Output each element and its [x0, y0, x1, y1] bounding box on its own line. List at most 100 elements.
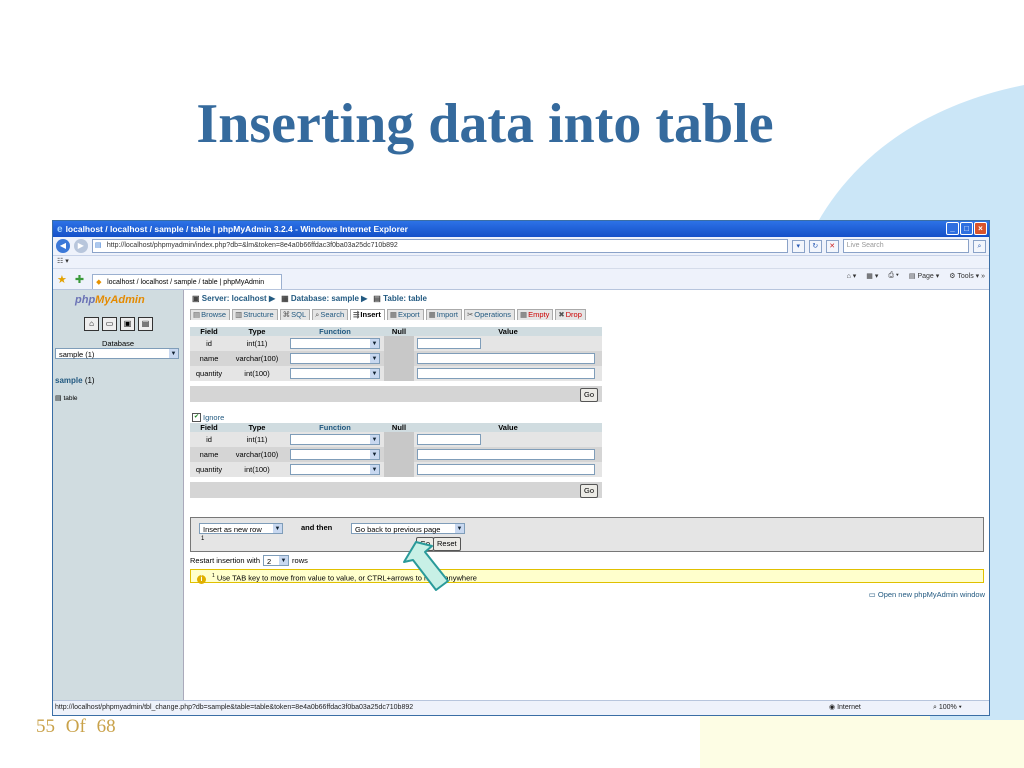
tab-browse[interactable]: ▤Browse — [190, 309, 231, 320]
feeds-icon[interactable]: ▦ ▾ — [866, 272, 878, 280]
home-icon[interactable]: ⌂ ▾ — [847, 272, 857, 280]
tools-menu[interactable]: ⚙ Tools ▾ » — [949, 272, 985, 280]
value-input[interactable] — [417, 449, 595, 460]
breadcrumb-server-label: Server: localhost — [201, 294, 267, 303]
tab-sql[interactable]: ⌘SQL — [279, 309, 311, 320]
sidebar-table-link[interactable]: ▤ table — [55, 394, 78, 402]
tab-bar: ★ ✚ ◆ localhost / localhost / sample / t… — [53, 269, 989, 301]
table-row: name varchar(100) ▼ — [190, 447, 602, 462]
refresh-icon[interactable]: ↻ — [808, 239, 822, 253]
favorites-star-icon[interactable]: ★ — [57, 271, 67, 289]
command-bar: ⌂ ▾ ▦ ▾ ⎙ ▾ ▤ Page ▾ ⚙ Tools ▾ » — [847, 272, 985, 280]
chevron-down-icon: ▼ — [169, 349, 178, 358]
home-icon[interactable]: ⌂ — [84, 317, 99, 331]
function-select[interactable]: ▼ — [290, 464, 380, 475]
tab-browse-label: Browse — [201, 310, 227, 319]
address-input[interactable]: ▤ http://localhost/phpmyadmin/index.php?… — [91, 239, 788, 253]
insert-mode-select[interactable]: Insert as new row ▼ — [199, 523, 283, 534]
after-insert-select[interactable]: Go back to previous page ▼ — [351, 523, 465, 534]
database-count: (1) — [84, 376, 95, 385]
tools-menu-label: Tools — [957, 273, 974, 280]
field-name: name — [190, 447, 228, 462]
tab-drop[interactable]: ✖Drop — [555, 309, 586, 320]
tab-operations[interactable]: ✂Operations — [464, 309, 515, 320]
tab-structure[interactable]: ▥Structure — [232, 309, 278, 320]
chevron-down-icon: ▼ — [370, 435, 379, 444]
function-select[interactable]: ▼ — [290, 338, 380, 349]
tab-import-label: Import — [436, 310, 458, 319]
field-name: quantity — [190, 462, 228, 477]
go-button[interactable]: Go — [579, 484, 598, 498]
stop-icon[interactable]: ✕ — [825, 239, 839, 253]
tab-export[interactable]: ▦Export — [386, 309, 424, 320]
maximize-button[interactable]: □ — [960, 222, 973, 235]
breadcrumb-database[interactable]: ▦ Database: sample ▶ — [281, 294, 367, 303]
function-select[interactable]: ▼ — [290, 434, 380, 445]
close-button[interactable]: × — [974, 222, 987, 235]
window-title: localhost / localhost / sample / table |… — [65, 224, 408, 234]
ignore-checkbox[interactable]: ✔ — [192, 413, 201, 422]
function-select[interactable]: ▼ — [290, 449, 380, 460]
address-bar: ◀ ▶ ▤ http://localhost/phpmyadmin/index.… — [53, 237, 989, 256]
search-icon[interactable]: ⌕ — [973, 239, 986, 253]
value-input[interactable] — [417, 434, 481, 445]
page-total: 68 — [96, 716, 116, 737]
function-select[interactable]: ▼ — [290, 353, 380, 364]
ignore-option[interactable]: ✔ Ignore — [192, 413, 224, 422]
page-current: 55 — [36, 716, 55, 737]
database-link[interactable]: sample (1) — [55, 376, 95, 385]
value-input[interactable] — [417, 338, 481, 349]
security-zone: ◉ Internet — [829, 701, 861, 715]
value-input[interactable] — [417, 368, 595, 379]
slide-title: Inserting data into table — [196, 93, 774, 155]
add-favorite-icon[interactable]: ✚ — [75, 271, 84, 289]
tab-import[interactable]: ▦Import — [425, 309, 462, 320]
value-input[interactable] — [417, 464, 595, 475]
sidebar-table-name: table — [63, 395, 78, 402]
footnote-marker: 1 — [201, 536, 205, 542]
database-icon: ▦ — [281, 294, 289, 303]
function-cell: ▼ — [286, 462, 384, 477]
header-row: Field Type Function Null Value — [190, 423, 602, 432]
go-button[interactable]: Go — [579, 388, 598, 402]
browser-tab[interactable]: ◆ localhost / localhost / sample / table… — [92, 274, 283, 301]
tab-operations-label: Operations — [474, 310, 511, 319]
empty-icon: ▦ — [519, 310, 528, 319]
function-select[interactable]: ▼ — [290, 368, 380, 379]
header-value: Value — [414, 423, 602, 432]
forward-icon[interactable]: ▶ — [73, 239, 88, 253]
breadcrumb-server[interactable]: ▣ Server: localhost ▶ — [192, 294, 275, 303]
print-icon[interactable]: ⎙ ▾ — [888, 272, 899, 280]
value-input[interactable] — [417, 353, 595, 364]
null-cell — [384, 432, 414, 447]
breadcrumb-table[interactable]: ▤ Table: table — [373, 294, 427, 303]
table-tabs: ▤Browse ▥Structure ⌘SQL ⌕Search ⇶Insert … — [190, 309, 586, 320]
form-1-go-row: Go — [190, 386, 602, 402]
null-cell — [384, 447, 414, 462]
dropdown-icon[interactable]: ▾ — [791, 239, 805, 253]
search-input[interactable]: Live Search — [842, 239, 970, 253]
tab-search[interactable]: ⌕Search — [312, 309, 349, 320]
structure-icon: ▥ — [235, 310, 243, 319]
database-select[interactable]: sample (1) ▼ — [55, 348, 179, 359]
tab-empty[interactable]: ▦Empty — [516, 309, 554, 320]
zoom-level[interactable]: ⌕ 100% ▾ — [933, 701, 962, 715]
back-icon[interactable]: ◀ — [56, 239, 70, 253]
security-zone-label: Internet — [837, 704, 861, 711]
open-new-window-link[interactable]: ▭ Open new phpMyAdmin window — [869, 590, 985, 599]
sql-query-icon[interactable]: ▭ — [102, 317, 117, 331]
sql-docs-icon[interactable]: ▤ — [138, 317, 153, 331]
breadcrumb: ▣ Server: localhost ▶ ▦ Database: sample… — [192, 294, 427, 303]
page-menu[interactable]: ▤ Page ▾ — [909, 272, 939, 280]
docs-icon[interactable]: ▣ — [120, 317, 135, 331]
sql-icon: ⌘ — [282, 310, 291, 319]
minimize-button[interactable]: _ — [946, 222, 959, 235]
phpmyadmin-logo[interactable]: phpMyAdmin — [75, 294, 145, 306]
header-function: Function — [286, 327, 384, 336]
tab-insert[interactable]: ⇶Insert — [350, 309, 385, 320]
server-icon: ▣ — [192, 294, 200, 303]
restart-count-select[interactable]: 2 ▼ — [263, 555, 290, 566]
new-window-icon: ▭ — [868, 590, 876, 599]
chevron-down-icon: ▼ — [370, 369, 379, 378]
favorites-bar-icon[interactable]: ☷ ▾ — [57, 258, 69, 265]
